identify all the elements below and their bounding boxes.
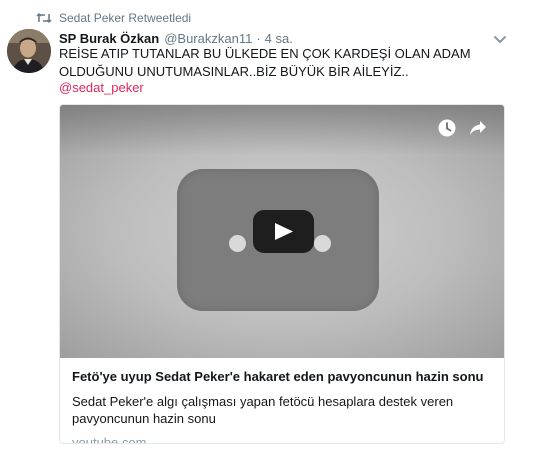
placeholder-hole-left	[229, 235, 246, 252]
play-icon	[275, 223, 293, 240]
mention-link[interactable]: @sedat_peker	[59, 80, 144, 96]
card-domain: youtube.com	[72, 435, 147, 444]
video-thumbnail[interactable]	[60, 105, 504, 358]
card-description: Sedat Peker'e algı çalışması yapan fetöc…	[72, 394, 454, 426]
placeholder-hole-right	[314, 235, 331, 252]
author-handle[interactable]: @Burakzkan11	[164, 31, 252, 46]
link-card[interactable]: Fetö'ye uyup Sedat Peker'e hakaret eden …	[59, 104, 505, 444]
chevron-down-icon[interactable]	[493, 32, 507, 43]
author-name[interactable]: SP Burak Özkan	[59, 31, 159, 46]
tweet-text: REİSE ATIP TUTANLAR BU ÜLKEDE EN ÇOK KAR…	[59, 46, 471, 79]
card-title[interactable]: Fetö'ye uyup Sedat Peker'e hakaret eden …	[72, 368, 492, 386]
share-icon[interactable]	[469, 120, 487, 136]
play-button[interactable]	[253, 210, 314, 253]
timestamp[interactable]: 4 sa.	[265, 31, 293, 46]
retweet-label[interactable]: Sedat Peker Retweetledi	[59, 11, 191, 25]
retweet-icon	[36, 11, 52, 25]
separator: ·	[256, 30, 261, 46]
clock-icon[interactable]	[438, 119, 456, 137]
card-body: Fetö'ye uyup Sedat Peker'e hakaret eden …	[60, 358, 504, 444]
avatar[interactable]	[7, 29, 51, 73]
retweet-context: Sedat Peker Retweetledi	[36, 10, 191, 26]
